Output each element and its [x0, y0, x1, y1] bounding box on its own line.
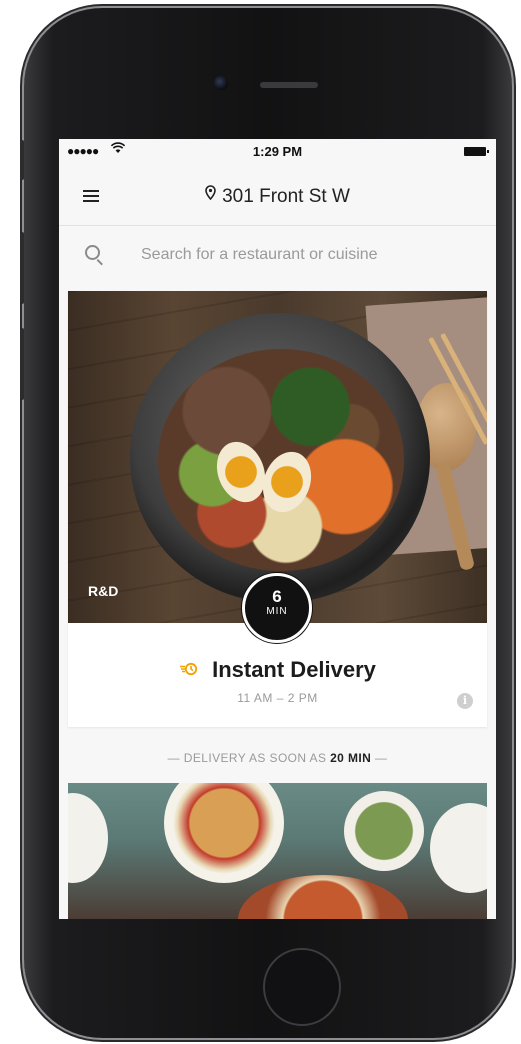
delivery-title: Instant Delivery [68, 657, 487, 683]
map-pin-icon [205, 185, 216, 203]
delivery-title-text: Instant Delivery [212, 657, 376, 682]
home-button[interactable] [263, 948, 341, 1026]
volume-up-button [20, 232, 24, 304]
eta-value: 6 [272, 587, 282, 606]
eta-badge: 6 MIN [242, 573, 312, 643]
plate-left [68, 793, 108, 883]
eta-unit: MIN [266, 606, 288, 617]
tostada-plate [164, 783, 284, 883]
clock: 1:29 PM [252, 144, 303, 159]
app-screen: ●●●●● 1:29 PM 301 Front St W Search for … [59, 139, 496, 919]
plate-right [430, 803, 487, 893]
delivery-time-separator: — DELIVERY AS SOON AS 20 MIN — [59, 751, 496, 765]
featured-restaurant-card[interactable]: R&D 6 MIN Instant Delivery 11 AM – 2 PM … [68, 291, 487, 727]
address-text: 301 Front St W [222, 186, 350, 207]
search-input[interactable] [141, 241, 471, 269]
separator-suffix: — [371, 751, 388, 765]
earpiece-speaker [260, 82, 318, 88]
separator-highlight: 20 MIN [330, 751, 372, 765]
search-icon [85, 245, 100, 260]
front-camera [214, 76, 228, 90]
search-bar [59, 226, 496, 284]
separator-prefix: — DELIVERY AS SOON AS [167, 751, 331, 765]
restaurant-name: R&D [88, 583, 119, 599]
patterned-plate [238, 875, 408, 919]
status-bar: ●●●●● 1:29 PM [59, 139, 496, 165]
delivery-hours: 11 AM – 2 PM [237, 691, 318, 705]
restaurant-card-2[interactable] [68, 783, 487, 919]
volume-down-button [20, 328, 24, 400]
mute-switch [20, 140, 24, 180]
top-nav-bar: 301 Front St W [59, 165, 496, 226]
instant-delivery-icon [179, 660, 204, 680]
delivery-address[interactable]: 301 Front St W [59, 185, 496, 208]
guacamole-bowl [344, 791, 424, 871]
info-icon[interactable]: i [457, 693, 473, 709]
battery-icon [464, 147, 489, 156]
